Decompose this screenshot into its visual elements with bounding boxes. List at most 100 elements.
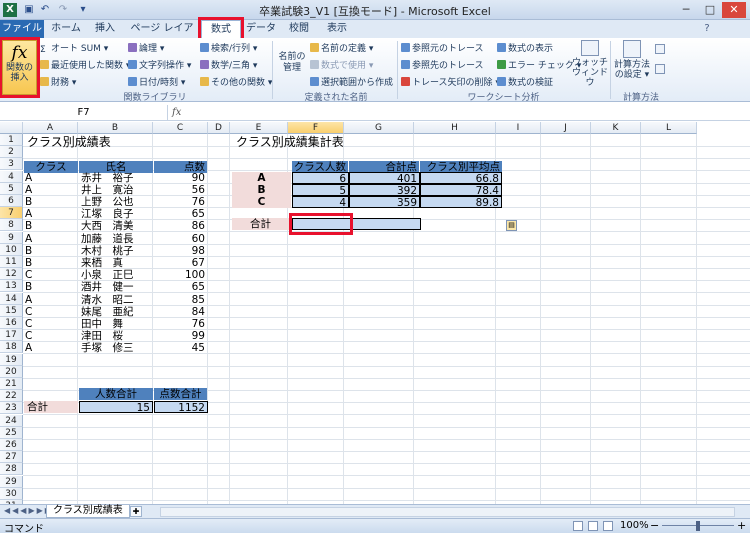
table-cell[interactable]: 妹尾 亜紀 <box>79 306 153 318</box>
table-cell[interactable]: 85 <box>154 294 207 306</box>
table-cell[interactable]: A <box>25 294 79 306</box>
row-header[interactable]: 17 <box>0 329 23 342</box>
watch-window-button[interactable]: ウォッチ ウィンドウ <box>572 40 608 88</box>
row-header[interactable]: 30 <box>0 487 23 500</box>
table-cell[interactable]: 井上 寛治 <box>79 184 153 196</box>
summary-cell[interactable]: 5 <box>292 183 349 197</box>
row-header[interactable]: 22 <box>0 390 23 403</box>
column-header[interactable]: G <box>344 122 414 134</box>
maximize-button[interactable]: □ <box>698 2 722 18</box>
row-header[interactable]: 20 <box>0 365 23 378</box>
tab-insert[interactable]: 挿入 <box>88 20 122 38</box>
table-cell[interactable]: 67 <box>154 257 207 269</box>
row-header[interactable]: 9 <box>0 231 23 244</box>
summary-cell[interactable]: 89.8 <box>420 196 502 209</box>
column-header[interactable]: J <box>541 122 591 134</box>
minimize-button[interactable]: ─ <box>674 2 698 18</box>
table-cell[interactable]: C <box>25 318 79 330</box>
summary-cell[interactable]: A <box>232 171 291 184</box>
column-header[interactable]: K <box>591 122 641 134</box>
trace-precedents-button[interactable]: 参照元のトレース <box>401 41 484 54</box>
table-cell[interactable]: A <box>25 172 79 184</box>
row-header[interactable]: 8 <box>0 219 23 232</box>
column-header[interactable]: H <box>414 122 496 134</box>
column-header[interactable]: A <box>23 122 78 134</box>
table-cell[interactable]: 86 <box>154 220 207 232</box>
column-header[interactable]: I <box>496 122 541 134</box>
column-header[interactable]: D <box>208 122 230 134</box>
table-cell[interactable]: B <box>25 196 79 208</box>
name-manager-button[interactable]: 名前の管理 <box>276 52 308 74</box>
row-header[interactable]: 15 <box>0 304 23 317</box>
column-header[interactable]: E <box>230 122 288 134</box>
row-header[interactable]: 21 <box>0 378 23 390</box>
date-time-button[interactable]: 日付/時刻 ▾ <box>128 75 185 88</box>
more-functions-button[interactable]: その他の関数 ▾ <box>200 75 272 88</box>
row-header[interactable]: 14 <box>0 292 23 305</box>
lookup-button[interactable]: 検索/行列 ▾ <box>200 41 257 54</box>
insert-sheet-icon[interactable]: ✚ <box>130 506 142 517</box>
summary-cell[interactable]: 4 <box>292 196 349 209</box>
tab-view[interactable]: 表示 <box>320 20 354 38</box>
select-all-corner[interactable] <box>0 122 23 134</box>
row-header[interactable]: 10 <box>0 243 23 256</box>
table-cell[interactable]: 76 <box>154 196 207 208</box>
total-count-cell[interactable]: 15 <box>79 401 153 414</box>
table-cell[interactable]: B <box>25 245 79 257</box>
row-header[interactable]: 19 <box>0 353 23 366</box>
row-header[interactable]: 7 <box>0 207 23 220</box>
page-break-view-icon[interactable] <box>603 521 613 531</box>
zoom-slider-thumb[interactable] <box>696 521 700 531</box>
table-cell[interactable]: 来栖 真 <box>79 257 153 269</box>
selected-cell-f7[interactable] <box>289 213 353 235</box>
table-cell[interactable]: 99 <box>154 330 207 342</box>
zoom-out-icon[interactable]: − <box>650 519 659 532</box>
table-cell[interactable]: B <box>25 281 79 293</box>
summary-cell[interactable]: C <box>232 196 291 208</box>
zoom-level[interactable]: 100% <box>620 520 649 531</box>
financial-button[interactable]: 財務 ▾ <box>40 75 76 88</box>
tab-page-layout[interactable]: ページ レイアウト <box>126 20 198 52</box>
autosum-button[interactable]: Σ オート SUM ▾ <box>40 41 108 55</box>
header-count-total[interactable]: 人数合計 <box>79 388 153 400</box>
define-name-button[interactable]: 名前の定義 ▾ <box>310 41 373 54</box>
table-cell[interactable]: 65 <box>154 281 207 293</box>
summary-cell[interactable]: 6 <box>292 171 349 185</box>
column-header[interactable]: L <box>641 122 697 134</box>
column-header[interactable]: C <box>153 122 208 134</box>
table-cell[interactable]: C <box>25 269 79 281</box>
row-header[interactable]: 2 <box>0 146 23 159</box>
row-header[interactable]: 3 <box>0 158 23 171</box>
table-cell[interactable]: 上野 公也 <box>79 196 153 208</box>
total-score-cell[interactable]: 1152 <box>154 401 208 414</box>
total-label-right[interactable]: 合計 <box>232 218 291 230</box>
title-left[interactable]: クラス別成績表 <box>27 136 111 148</box>
table-cell[interactable]: C <box>25 330 79 342</box>
table-cell[interactable]: 100 <box>154 269 207 281</box>
table-cell[interactable]: C <box>25 306 79 318</box>
table-cell[interactable]: 手塚 修三 <box>79 342 153 354</box>
row-header[interactable]: 23 <box>0 402 23 415</box>
summary-cell[interactable]: 401 <box>349 171 420 185</box>
calculate-sheet-icon[interactable] <box>655 64 665 74</box>
summary-cell[interactable]: 392 <box>349 183 420 197</box>
row-header[interactable]: 12 <box>0 268 23 281</box>
total-label-left[interactable]: 合計 <box>24 401 78 413</box>
math-trig-button[interactable]: 数学/三角 ▾ <box>200 58 257 71</box>
tab-review[interactable]: 校閲 <box>282 20 316 38</box>
close-button[interactable]: ✕ <box>722 2 746 18</box>
worksheet-grid[interactable]: ABCDEFGHIJKL 1 2 3 4 5 6 7 8 9 10 11 12 13 14 15 16 17 18… <box>0 122 750 513</box>
insert-function-button[interactable]: fx 関数の挿入 <box>0 37 40 98</box>
table-cell[interactable]: 酒井 健一 <box>79 281 153 293</box>
title-right[interactable]: クラス別成績集計表 <box>236 136 344 148</box>
summary-cell[interactable]: B <box>232 183 291 196</box>
use-in-formula-button[interactable]: 数式で使用 ▾ <box>310 58 373 71</box>
row-header[interactable]: 18 <box>0 341 23 354</box>
fx-icon[interactable]: fx <box>172 107 181 118</box>
table-cell[interactable]: 赤井 裕子 <box>79 172 153 184</box>
page-layout-view-icon[interactable] <box>588 521 598 531</box>
header-score-total[interactable]: 点数合計 <box>154 388 207 400</box>
text-button[interactable]: 文字列操作 ▾ <box>128 58 191 71</box>
table-cell[interactable]: 60 <box>154 233 207 245</box>
table-cell[interactable]: 90 <box>154 172 207 184</box>
